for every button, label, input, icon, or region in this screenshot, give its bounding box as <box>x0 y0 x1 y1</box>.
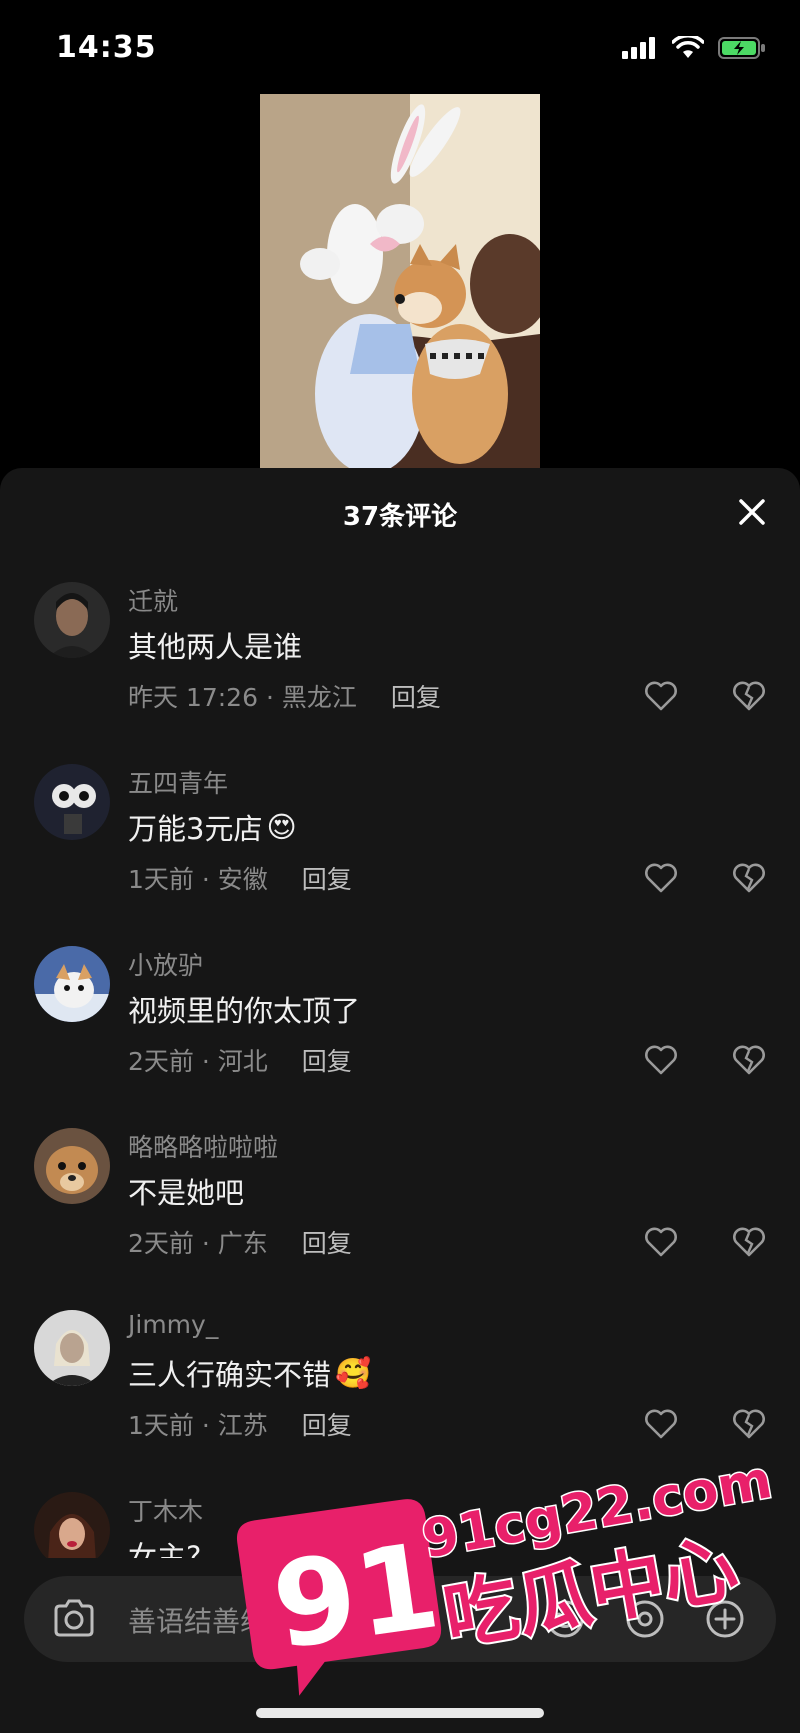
dislike-icon[interactable] <box>732 1044 766 1076</box>
status-time: 14:35 <box>56 30 157 65</box>
like-icon[interactable] <box>644 1226 678 1258</box>
comment-meta: 1天前 · 江苏 回复 <box>128 1406 352 1442</box>
comment-time-location: 2天前 · 广东 <box>128 1229 268 1258</box>
comment-item: 略略略啦啦啦 不是她吧 2天前 · 广东 回复 <box>0 1114 800 1296</box>
comments-count-title: 37条评论 <box>342 502 458 532</box>
like-icon[interactable] <box>644 1044 678 1076</box>
wifi-icon <box>672 36 704 58</box>
watermark-logo: 91 91cg22.com 吃瓜中心 <box>232 1440 792 1720</box>
video-frame-image <box>260 94 540 468</box>
heart-eyes-emoji: 😍 <box>266 810 297 844</box>
avatar[interactable] <box>34 1310 110 1386</box>
avatar[interactable] <box>34 946 110 1022</box>
reply-button[interactable]: 回复 <box>302 1224 352 1260</box>
comment-meta: 2天前 · 河北 回复 <box>128 1042 352 1078</box>
comment-text: 其他两人是谁 <box>128 630 303 664</box>
comment-meta: 昨天 17:26 · 黑龙江 回复 <box>128 678 441 714</box>
dislike-icon[interactable] <box>732 680 766 712</box>
close-button[interactable] <box>734 494 770 530</box>
comment-text: 视频里的你太顶了 <box>128 994 361 1028</box>
reply-button[interactable]: 回复 <box>391 678 441 714</box>
comments-list[interactable]: 迁就 其他两人是谁 昨天 17:26 · 黑龙江 回复 五四青年 万能3元店 😍 … <box>0 568 800 1568</box>
comment-time-location: 1天前 · 安徽 <box>128 865 268 894</box>
avatar[interactable] <box>34 764 110 840</box>
comment-username[interactable]: Jimmy_ <box>128 1310 218 1339</box>
dislike-icon[interactable] <box>732 1408 766 1440</box>
comment-item: 小放驴 视频里的你太顶了 2天前 · 河北 回复 <box>0 932 800 1114</box>
watermark-number: 91 <box>265 1516 447 1676</box>
comment-time-location: 1天前 · 江苏 <box>128 1411 268 1440</box>
avatar[interactable] <box>34 1128 110 1204</box>
comment-username[interactable]: 丁木木 <box>128 1492 203 1528</box>
comment-username[interactable]: 小放驴 <box>128 946 203 982</box>
reply-button[interactable]: 回复 <box>302 1406 352 1442</box>
comment-text: 不是她吧 <box>128 1176 245 1210</box>
reply-button[interactable]: 回复 <box>302 1042 352 1078</box>
comment-meta: 1天前 · 安徽 回复 <box>128 860 352 896</box>
camera-icon[interactable] <box>52 1598 96 1638</box>
hugging-face-emoji: 🥰 <box>335 1355 372 1390</box>
home-indicator[interactable] <box>256 1708 544 1718</box>
status-icons <box>622 36 766 60</box>
like-icon[interactable] <box>644 680 678 712</box>
dislike-icon[interactable] <box>732 862 766 894</box>
comment-username[interactable]: 迁就 <box>128 582 178 618</box>
battery-charging-icon <box>718 37 765 59</box>
close-icon <box>739 499 765 525</box>
comment-username[interactable]: 五四青年 <box>128 764 228 800</box>
status-bar: 14:35 <box>0 0 800 96</box>
avatar[interactable] <box>34 582 110 658</box>
reply-button[interactable]: 回复 <box>302 860 352 896</box>
comment-meta: 2天前 · 广东 回复 <box>128 1224 352 1260</box>
watermark-graphic: 91 91cg22.com 吃瓜中心 <box>236 1449 778 1696</box>
comment-text: 三人行确实不错 🥰 <box>128 1355 372 1393</box>
comment-time-location: 2天前 · 河北 <box>128 1047 268 1076</box>
comment-time-location: 昨天 17:26 · 黑龙江 <box>128 683 357 712</box>
like-icon[interactable] <box>644 862 678 894</box>
dislike-icon[interactable] <box>732 1226 766 1258</box>
comment-item: 五四青年 万能3元店 😍 1天前 · 安徽 回复 <box>0 750 800 932</box>
comment-text: 万能3元店 😍 <box>128 810 297 846</box>
comment-item: 迁就 其他两人是谁 昨天 17:26 · 黑龙江 回复 <box>0 568 800 750</box>
like-icon[interactable] <box>644 1408 678 1440</box>
avatar[interactable] <box>34 1492 110 1568</box>
video-preview[interactable] <box>260 94 540 468</box>
cellular-signal-icon <box>622 37 655 59</box>
comment-username[interactable]: 略略略啦啦啦 <box>128 1128 278 1164</box>
